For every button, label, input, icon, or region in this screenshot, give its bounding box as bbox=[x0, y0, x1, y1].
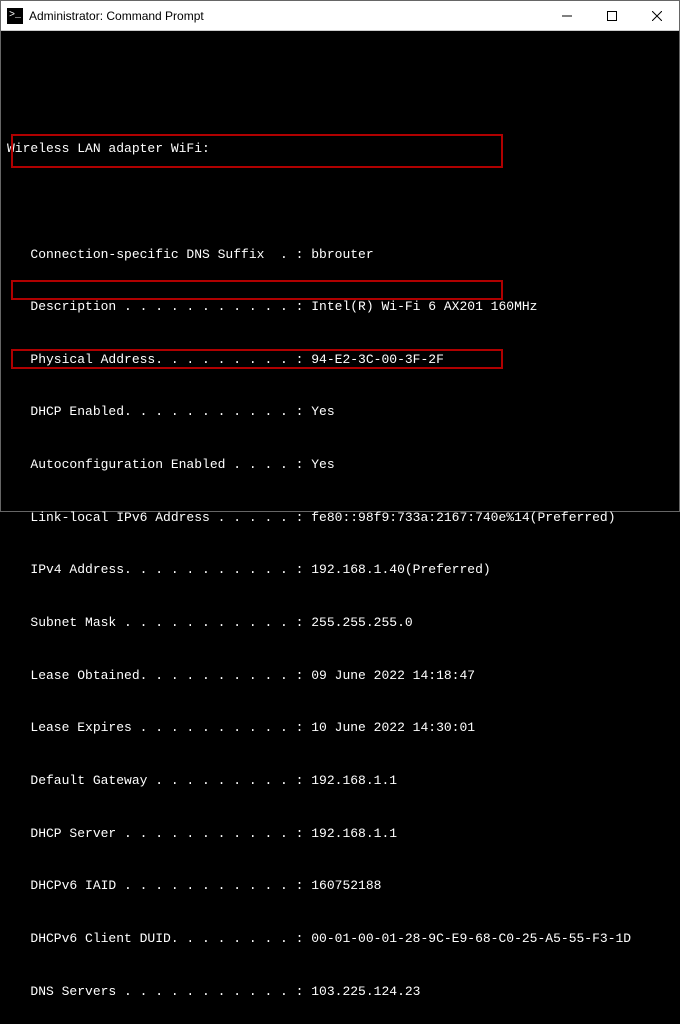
field-value: 192.168.1.40(Preferred) bbox=[311, 562, 490, 577]
maximize-button[interactable] bbox=[589, 1, 634, 30]
field-label: Default Gateway . . . . . . . . . : bbox=[7, 773, 311, 788]
field-label: Autoconfiguration Enabled . . . . : bbox=[7, 457, 311, 472]
field-label: Description . . . . . . . . . . . : bbox=[7, 299, 311, 314]
output-line: Link-local IPv6 Address . . . . . : fe80… bbox=[7, 509, 673, 527]
highlight-gateway bbox=[11, 280, 503, 300]
field-label: IPv4 Address. . . . . . . . . . . : bbox=[7, 562, 311, 577]
field-label: DHCP Enabled. . . . . . . . . . . : bbox=[7, 404, 311, 419]
adapter-heading: Wireless LAN adapter WiFi: bbox=[7, 140, 673, 158]
field-value: 255.255.255.0 bbox=[311, 615, 412, 630]
field-label: DHCP Server . . . . . . . . . . . : bbox=[7, 826, 311, 841]
field-label: DNS Servers . . . . . . . . . . . : bbox=[7, 984, 311, 999]
output-line: Lease Expires . . . . . . . . . . : 10 J… bbox=[7, 719, 673, 737]
field-value: 09 June 2022 14:18:47 bbox=[311, 668, 475, 683]
field-value: 103.225.124.23 bbox=[311, 984, 420, 999]
window-titlebar: >_ Administrator: Command Prompt bbox=[1, 1, 679, 31]
field-label: DHCPv6 Client DUID. . . . . . . . : bbox=[7, 931, 311, 946]
blank-line bbox=[7, 193, 673, 211]
minimize-button[interactable] bbox=[544, 1, 589, 30]
output-line: Subnet Mask . . . . . . . . . . . : 255.… bbox=[7, 614, 673, 632]
output-line: DNS Servers . . . . . . . . . . . : 103.… bbox=[7, 983, 673, 1001]
output-line: Lease Obtained. . . . . . . . . . : 09 J… bbox=[7, 667, 673, 685]
field-label: DHCPv6 IAID . . . . . . . . . . . : bbox=[7, 878, 311, 893]
output-line: IPv4 Address. . . . . . . . . . . : 192.… bbox=[7, 561, 673, 579]
field-value: 00-01-00-01-28-9C-E9-68-C0-25-A5-55-F3-1… bbox=[311, 931, 631, 946]
field-label: Lease Expires . . . . . . . . . . : bbox=[7, 720, 311, 735]
field-label: Physical Address. . . . . . . . . : bbox=[7, 352, 311, 367]
output-line: Description . . . . . . . . . . . : Inte… bbox=[7, 298, 673, 316]
window-title: Administrator: Command Prompt bbox=[29, 9, 544, 23]
field-label: Link-local IPv6 Address . . . . . : bbox=[7, 510, 311, 525]
output-line: Connection-specific DNS Suffix . : bbrou… bbox=[7, 246, 673, 264]
field-value: 160752188 bbox=[311, 878, 381, 893]
field-value: 192.168.1.1 bbox=[311, 773, 397, 788]
field-label: Lease Obtained. . . . . . . . . . : bbox=[7, 668, 311, 683]
close-button[interactable] bbox=[634, 1, 679, 30]
window-controls bbox=[544, 1, 679, 30]
output-line: DHCPv6 Client DUID. . . . . . . . : 00-0… bbox=[7, 930, 673, 948]
terminal-output[interactable]: Wireless LAN adapter WiFi: Connection-sp… bbox=[1, 31, 679, 511]
output-line: DHCPv6 IAID . . . . . . . . . . . : 1607… bbox=[7, 877, 673, 895]
field-value: fe80::98f9:733a:2167:740e%14(Preferred) bbox=[311, 510, 615, 525]
field-value: Intel(R) Wi-Fi 6 AX201 160MHz bbox=[311, 299, 537, 314]
output-line: Physical Address. . . . . . . . . : 94-E… bbox=[7, 351, 673, 369]
output-line: DHCP Enabled. . . . . . . . . . . : Yes bbox=[7, 403, 673, 421]
field-value: Yes bbox=[311, 457, 334, 472]
field-value: 94-E2-3C-00-3F-2F bbox=[311, 352, 444, 367]
field-label: Connection-specific DNS Suffix . : bbox=[7, 247, 311, 262]
field-label: Subnet Mask . . . . . . . . . . . : bbox=[7, 615, 311, 630]
output-line: Default Gateway . . . . . . . . . : 192.… bbox=[7, 772, 673, 790]
field-value: 192.168.1.1 bbox=[311, 826, 397, 841]
field-value: bbrouter bbox=[311, 247, 373, 262]
output-line: DHCP Server . . . . . . . . . . . : 192.… bbox=[7, 825, 673, 843]
output-line: Autoconfiguration Enabled . . . . : Yes bbox=[7, 456, 673, 474]
field-value: Yes bbox=[311, 404, 334, 419]
field-value: 10 June 2022 14:30:01 bbox=[311, 720, 475, 735]
cmd-icon: >_ bbox=[7, 8, 23, 24]
